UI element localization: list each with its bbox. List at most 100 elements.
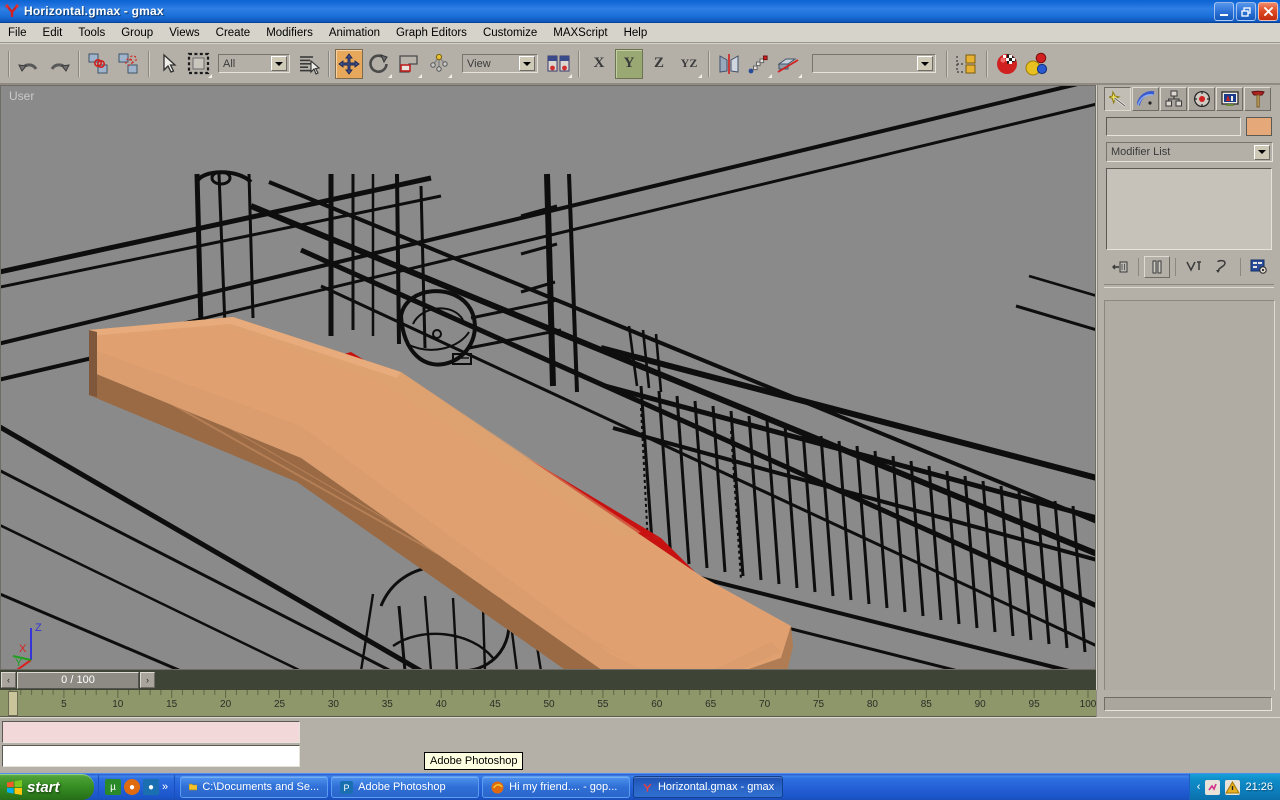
select-and-link-button[interactable]	[85, 49, 113, 79]
viewport-canvas[interactable]: Z X Y	[1, 86, 1096, 670]
object-name-input[interactable]	[1106, 117, 1241, 136]
track-bar-tick-label: 5	[61, 699, 67, 710]
taskbar-item-firefox[interactable]: Hi my friend.... - gop...	[482, 776, 630, 798]
modifier-stack-list[interactable]	[1106, 168, 1272, 250]
layer-manager-button[interactable]	[953, 49, 981, 79]
select-and-rotate-button[interactable]	[365, 49, 393, 79]
minimize-button[interactable]	[1214, 2, 1234, 21]
menu-item-help[interactable]: Help	[616, 25, 656, 41]
undo-button[interactable]	[15, 49, 43, 79]
command-panel: Modifier List	[1097, 85, 1280, 717]
array-spacing-button[interactable]	[745, 49, 773, 79]
restrict-to-plane-button[interactable]: YZ	[675, 49, 703, 79]
maxscript-mini-listener-output[interactable]	[2, 721, 300, 743]
menu-item-graph-editors[interactable]: Graph Editors	[388, 25, 475, 41]
track-bar-tick-label: 20	[220, 699, 231, 710]
mirror-button[interactable]	[715, 49, 743, 79]
manipulate-button[interactable]	[425, 49, 453, 79]
restrict-to-x-button[interactable]: X	[585, 49, 613, 79]
next-frame-arrow[interactable]: ›	[140, 672, 155, 688]
render-scene-button[interactable]	[1023, 49, 1051, 79]
track-bar-tick-label: 35	[382, 699, 393, 710]
taskbar-item-photoshop[interactable]: P Adobe Photoshop	[331, 776, 479, 798]
select-by-name-button[interactable]	[295, 49, 323, 79]
track-bar-cursor[interactable]	[8, 691, 18, 716]
flyout-indicator-icon	[768, 74, 772, 78]
material-editor-button[interactable]	[993, 49, 1021, 79]
menu-item-customize[interactable]: Customize	[475, 25, 545, 41]
taskbar-item-label: Adobe Photoshop	[358, 781, 445, 793]
start-button[interactable]: start	[0, 774, 94, 800]
quicklaunch-more-chevron-icon[interactable]: »	[162, 781, 168, 793]
select-and-scale-button[interactable]	[395, 49, 423, 79]
selection-filter-dropdown[interactable]: All	[218, 54, 290, 73]
flyout-indicator-icon	[698, 74, 702, 78]
close-button[interactable]	[1258, 2, 1278, 21]
object-name-row	[1098, 111, 1280, 136]
menu-item-edit[interactable]: Edit	[35, 25, 71, 41]
chevron-down-icon[interactable]	[1254, 145, 1270, 160]
command-tab-create[interactable]	[1104, 87, 1131, 111]
pin-stack-button[interactable]	[1107, 256, 1133, 278]
align-button[interactable]	[775, 49, 803, 79]
remove-modifier-button[interactable]	[1209, 256, 1235, 278]
command-tab-motion[interactable]	[1188, 87, 1215, 111]
taskbar-item-explorer[interactable]: C:\Documents and Se...	[180, 776, 328, 798]
command-tab-display[interactable]	[1216, 87, 1243, 111]
redo-button[interactable]	[45, 49, 73, 79]
restrict-to-z-button[interactable]: Z	[645, 49, 673, 79]
restore-button[interactable]	[1236, 2, 1256, 21]
track-bar-tick-label: 15	[166, 699, 177, 710]
use-pivot-point-center-button[interactable]	[545, 49, 573, 79]
show-hidden-icons-chevron-icon[interactable]: ‹	[1197, 781, 1201, 793]
previous-frame-arrow[interactable]: ‹	[1, 672, 16, 688]
current-frame-field[interactable]: 0 / 100	[17, 672, 139, 689]
restrict-to-y-button[interactable]: Y	[615, 49, 643, 79]
menu-item-group[interactable]: Group	[113, 25, 161, 41]
track-bar-scroll[interactable]	[1104, 697, 1272, 711]
track-bar[interactable]: 5101520253035404550556065707580859095100	[0, 690, 1096, 717]
command-tab-utilities[interactable]	[1244, 87, 1271, 111]
viewport-user[interactable]: User	[0, 85, 1096, 670]
chevron-down-icon[interactable]	[519, 56, 535, 71]
track-bar-tick-label: 75	[813, 699, 824, 710]
select-and-move-button[interactable]	[335, 49, 363, 79]
quicklaunch-photoshop-icon[interactable]: ●	[143, 779, 159, 795]
reference-coordinate-system-dropdown[interactable]: View	[462, 54, 538, 73]
taskbar-item-gmax[interactable]: Horizontal.gmax - gmax	[633, 776, 783, 798]
axis-x-label: X	[594, 55, 605, 72]
named-selection-sets-dropdown[interactable]	[812, 54, 936, 73]
menu-item-modifiers[interactable]: Modifiers	[258, 25, 321, 41]
maxscript-mini-listener-input[interactable]	[2, 745, 300, 767]
object-color-swatch[interactable]	[1246, 117, 1272, 136]
menu-item-maxscript[interactable]: MAXScript	[545, 25, 615, 41]
show-end-result-button[interactable]	[1144, 256, 1170, 278]
quick-launch-bar: µ ● ● »	[98, 775, 175, 799]
tray-warning-icon[interactable]	[1225, 780, 1240, 795]
axis-z-label: Z	[654, 55, 664, 72]
select-object-button[interactable]	[155, 49, 183, 79]
rectangular-selection-region-button[interactable]	[185, 49, 213, 79]
menu-item-views[interactable]: Views	[161, 25, 207, 41]
system-clock[interactable]: 21:26	[1245, 781, 1273, 793]
photoshop-icon: P	[340, 781, 353, 794]
track-bar-tick-label: 85	[921, 699, 932, 710]
menu-item-create[interactable]: Create	[208, 25, 259, 41]
modifier-list-dropdown[interactable]: Modifier List	[1106, 142, 1273, 162]
track-bar-tick-label: 40	[436, 699, 447, 710]
chevron-down-icon[interactable]	[917, 56, 933, 71]
command-tab-modify[interactable]	[1132, 87, 1159, 111]
quicklaunch-media-player-icon[interactable]: µ	[105, 779, 121, 795]
tray-volume-icon[interactable]	[1205, 780, 1220, 795]
unlink-selection-button[interactable]	[115, 49, 143, 79]
make-unique-button[interactable]	[1181, 256, 1207, 278]
chevron-down-icon[interactable]	[271, 56, 287, 71]
rollout-area[interactable]	[1104, 300, 1275, 708]
menu-item-file[interactable]: File	[0, 25, 35, 41]
configure-button-sets-button[interactable]	[1246, 256, 1272, 278]
menu-item-tools[interactable]: Tools	[70, 25, 113, 41]
quicklaunch-firefox-icon[interactable]: ●	[124, 779, 140, 795]
menu-item-animation[interactable]: Animation	[321, 25, 388, 41]
taskbar-task-list: C:\Documents and Se... P Adobe Photoshop…	[175, 776, 1189, 798]
command-tab-hierarchy[interactable]	[1160, 87, 1187, 111]
